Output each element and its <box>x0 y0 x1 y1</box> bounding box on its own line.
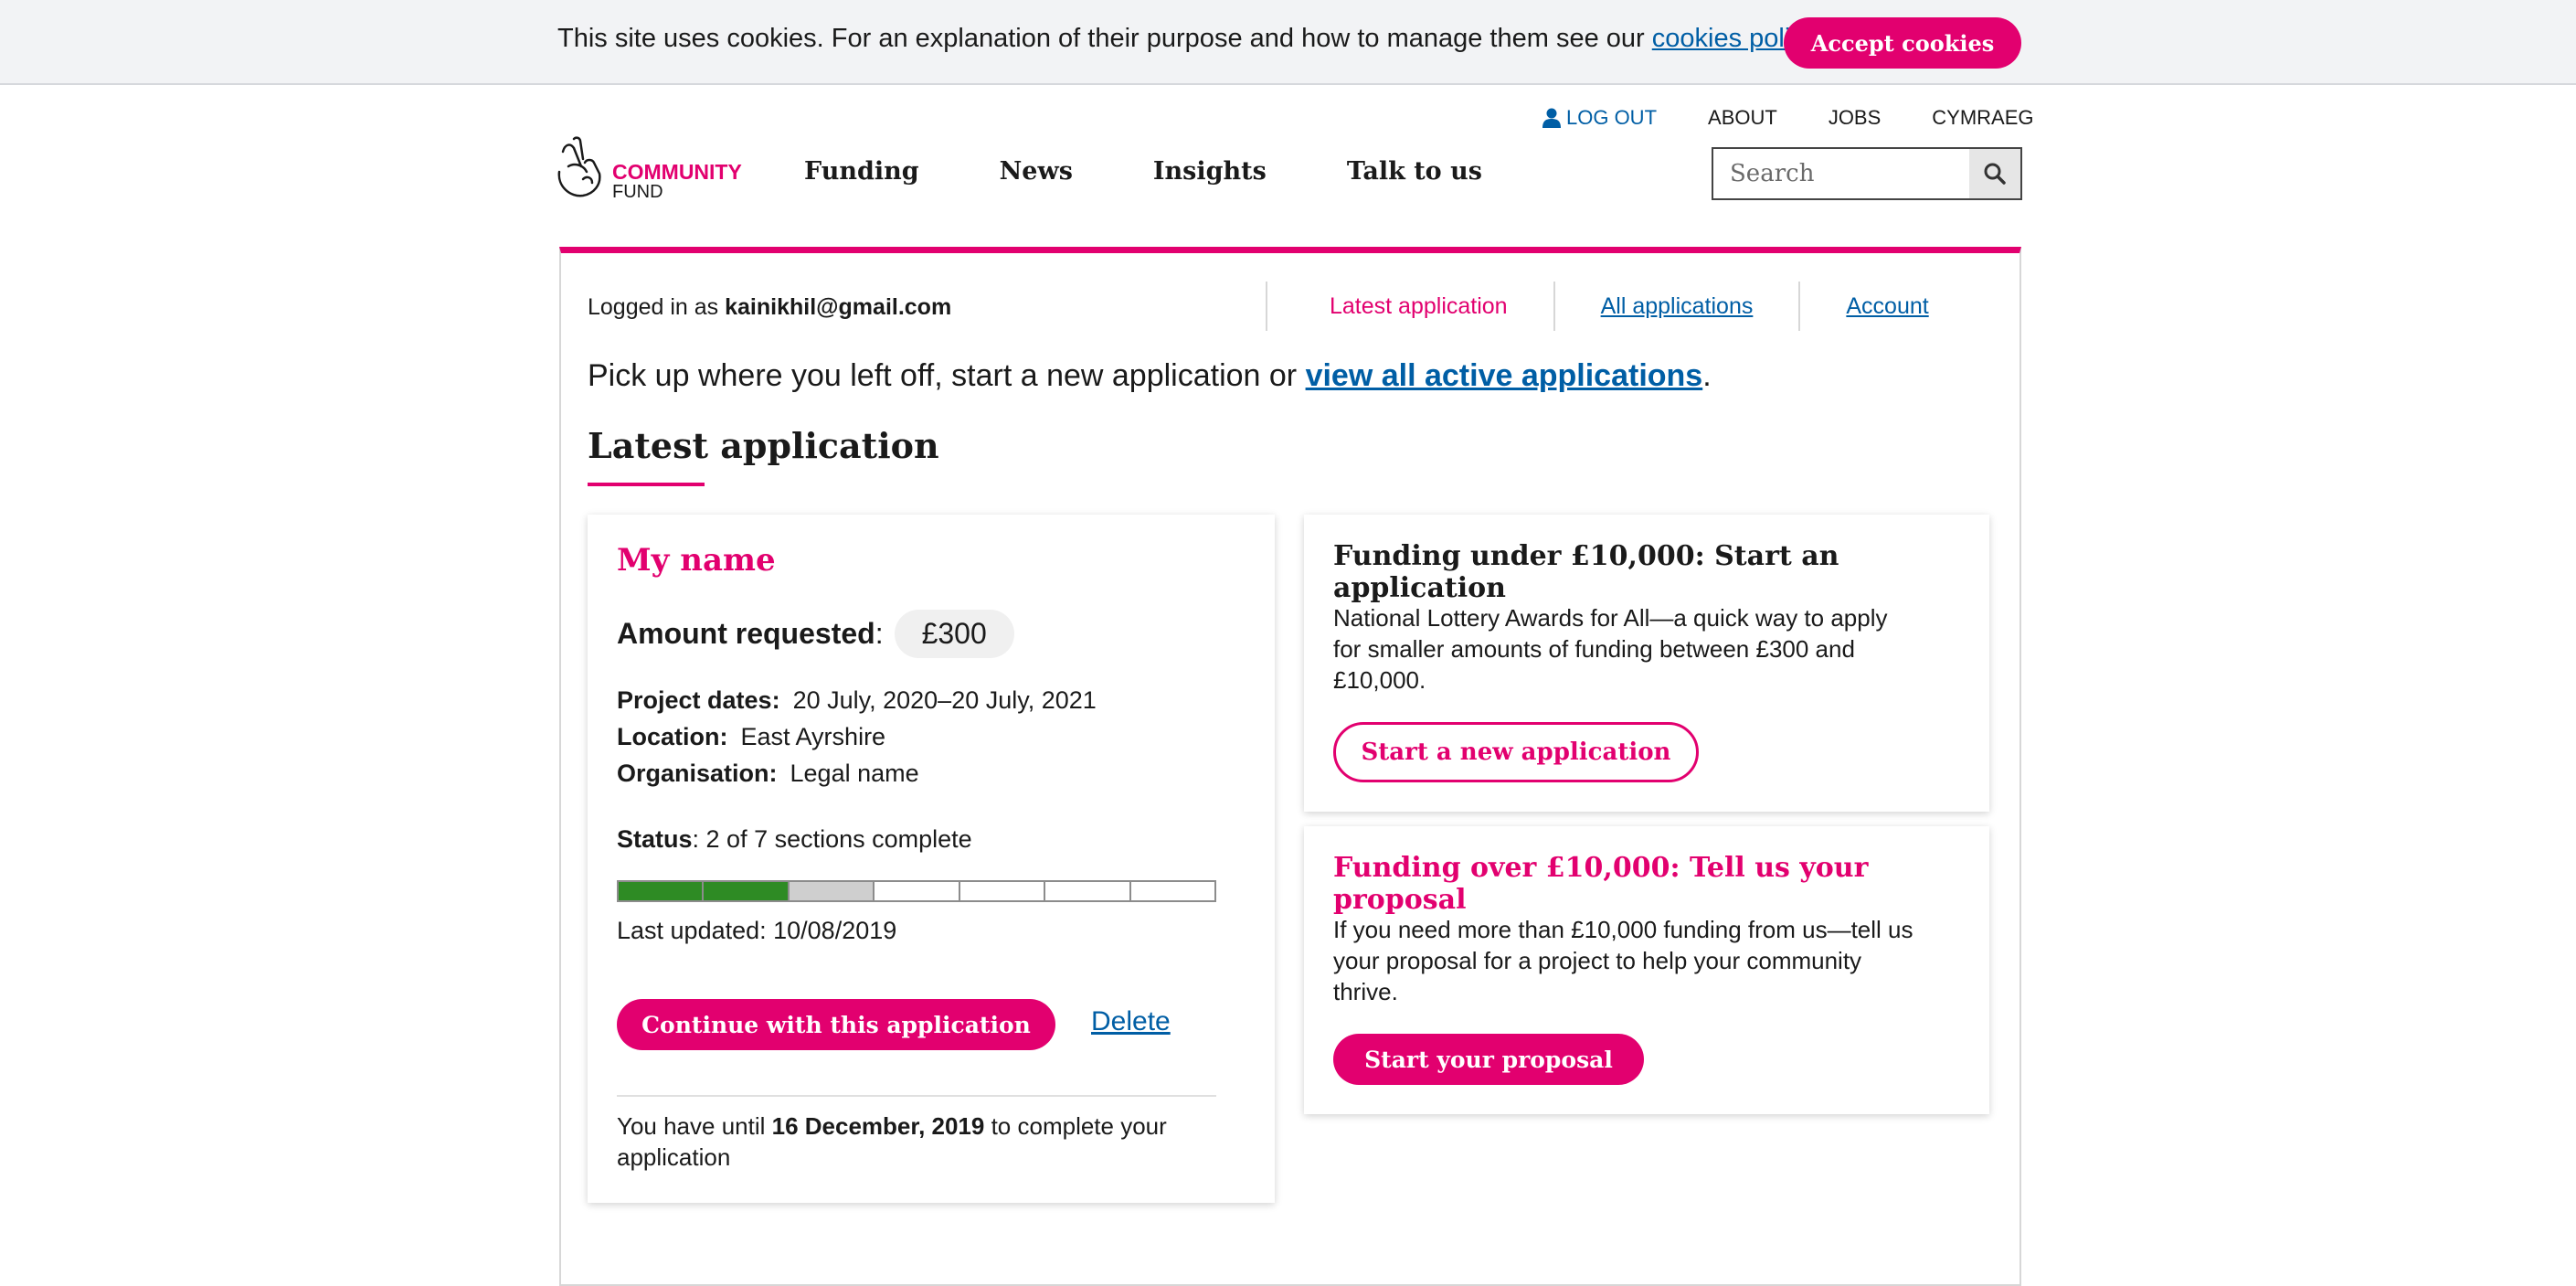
deadline-date: 16 December, 2019 <box>771 1112 985 1140</box>
continue-application-button[interactable]: Continue with this application <box>617 999 1055 1050</box>
utility-nav: LOG OUT ABOUT JOBS CYMRAEG <box>1542 104 2034 132</box>
crossed-fingers-icon <box>557 136 601 197</box>
tab-all-applications[interactable]: All applications <box>1553 282 1799 331</box>
progress-segment <box>1045 882 1131 900</box>
cymraeg-link[interactable]: CYMRAEG <box>1932 106 2033 130</box>
deadline-prefix: You have until <box>617 1112 772 1140</box>
funding-over-body: If you need more than £10,000 funding fr… <box>1333 916 1913 1005</box>
progress-bar <box>617 880 1216 902</box>
cookie-banner: This site uses cookies. For an explanati… <box>0 0 2576 85</box>
deadline-text: You have until 16 December, 2019 to comp… <box>617 1111 1216 1173</box>
funding-under-title: Funding under £10,000: Start an applicat… <box>1333 540 1839 604</box>
location-label: Location: <box>617 723 728 750</box>
tab-account[interactable]: Account <box>1798 282 1974 331</box>
tab-latest-application[interactable]: Latest application <box>1266 282 1553 331</box>
amount-colon: : <box>875 617 884 650</box>
project-dates-value: 20 July, 2020–20 July, 2021 <box>792 686 1097 714</box>
about-link[interactable]: ABOUT <box>1708 106 1777 130</box>
jobs-link[interactable]: JOBS <box>1829 106 1881 130</box>
user-email: kainikhil@gmail.com <box>725 294 952 320</box>
amount-label: Amount requested <box>617 617 875 650</box>
divider <box>617 1095 1216 1097</box>
main-nav: Funding News Insights Talk to us <box>804 157 1563 186</box>
search-icon <box>1984 163 2006 185</box>
funding-over-title[interactable]: Funding over £10,000: Tell us your propo… <box>1333 852 1989 916</box>
funding-over-card: Funding over £10,000: Tell us your propo… <box>1304 826 1989 1114</box>
nav-insights[interactable]: Insights <box>1153 157 1267 186</box>
progress-segment <box>875 882 960 900</box>
location-value: East Ayrshire <box>740 723 886 750</box>
intro-text: Pick up where you left off, start a new … <box>588 358 1712 394</box>
view-all-active-applications-link[interactable]: view all active applications <box>1306 358 1703 393</box>
amount-badge: £300 <box>894 610 1014 658</box>
funding-under-body: National Lottery Awards for All—a quick … <box>1333 604 1888 694</box>
search-button[interactable] <box>1969 149 2020 198</box>
application-card: My name Amount requested : £300 Project … <box>588 515 1275 1203</box>
section-title: Latest application <box>588 425 939 466</box>
intro-end: . <box>1702 358 1712 393</box>
logo-community-text: COMMUNITY <box>612 160 742 184</box>
account-sub-nav: Latest application All applications Acco… <box>1266 282 1975 331</box>
search-box <box>1712 147 2022 200</box>
application-status: Status: 2 of 7 sections complete <box>617 825 972 854</box>
project-dates: Project dates: 20 July, 2020–20 July, 202… <box>617 686 1097 715</box>
amount-requested: Amount requested : £300 <box>617 610 1014 658</box>
progress-segment <box>1130 882 1214 900</box>
organisation-label: Organisation: <box>617 760 778 787</box>
section-title-underline <box>588 483 705 486</box>
logged-in-info: Logged in as kainikhil@gmail.com <box>588 294 951 321</box>
logged-in-prefix: Logged in as <box>588 294 726 320</box>
status-label: Status <box>617 825 693 853</box>
search-input[interactable] <box>1713 149 1971 198</box>
nav-funding[interactable]: Funding <box>804 157 919 186</box>
progress-segment <box>959 882 1046 900</box>
organisation: Organisation: Legal name <box>617 760 919 788</box>
all-applications-link[interactable]: All applications <box>1601 293 1754 320</box>
location: Location: East Ayrshire <box>617 723 885 751</box>
last-updated: Last updated: 10/08/2019 <box>617 917 897 944</box>
progress-segment <box>619 882 705 900</box>
logout-label: LOG OUT <box>1566 106 1658 129</box>
application-name[interactable]: My name <box>617 542 776 579</box>
user-icon <box>1542 108 1561 128</box>
accept-cookies-button[interactable]: Accept cookies <box>1784 17 2021 69</box>
account-link[interactable]: Account <box>1846 293 1928 320</box>
project-dates-label: Project dates: <box>617 686 780 714</box>
progress-segment <box>789 882 875 900</box>
status-value: : 2 of 7 sections complete <box>692 825 972 853</box>
progress-segment <box>704 882 790 900</box>
intro-prefix: Pick up where you left off, start a new … <box>588 358 1306 393</box>
start-new-application-button[interactable]: Start a new application <box>1333 722 1699 782</box>
delete-link[interactable]: Delete <box>1091 1006 1171 1037</box>
logout-link[interactable]: LOG OUT <box>1542 106 1657 130</box>
organisation-value: Legal name <box>790 760 919 787</box>
cookie-message: This site uses cookies. For an explanati… <box>557 24 1822 54</box>
cookie-message-text: This site uses cookies. For an explanati… <box>557 24 1652 53</box>
funding-under-card: Funding under £10,000: Start an applicat… <box>1304 515 1989 812</box>
nav-talk-to-us[interactable]: Talk to us <box>1347 157 1482 186</box>
nav-news[interactable]: News <box>1000 157 1073 186</box>
logo-fund-text: FUND <box>612 182 663 202</box>
community-fund-logo[interactable]: COMMUNITY FUND <box>556 135 757 203</box>
start-proposal-button[interactable]: Start your proposal <box>1333 1034 1644 1085</box>
